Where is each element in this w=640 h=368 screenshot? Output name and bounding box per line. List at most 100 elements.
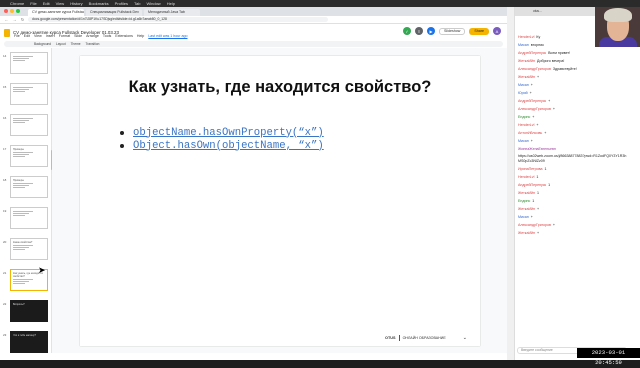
reload-icon[interactable]: ↻: [20, 17, 25, 22]
bullet-item[interactable]: objectName.hasOwnProperty(“x”): [120, 126, 324, 139]
doc-menu-item[interactable]: Extensions: [115, 34, 133, 38]
chat-author[interactable]: Мисан: [518, 215, 529, 220]
chat-author[interactable]: ИринаПетрова: [518, 167, 543, 172]
os-menu-item[interactable]: Profiles: [115, 0, 128, 7]
chat-author[interactable]: ЖеткаИйн: [518, 207, 535, 212]
user-avatar[interactable]: A: [493, 27, 501, 35]
address-bar-row: ← → ↻ docs.google.com/presentation/d/1n7…: [0, 16, 507, 24]
last-edit-link[interactable]: Last edit was 1 hour ago: [148, 34, 187, 38]
slide-thumbnail[interactable]: Вопросы?: [10, 300, 48, 322]
chat-author[interactable]: АндрейПерепуск: [518, 51, 546, 56]
chat-author[interactable]: ЖеткаИйн: [518, 75, 535, 80]
os-menu-item[interactable]: Tab: [134, 0, 140, 7]
thumbnail-text-line: [13, 215, 25, 216]
back-arrow-icon[interactable]: ←: [4, 17, 9, 22]
chat-author[interactable]: Ендинс: [518, 199, 530, 204]
browser-tab[interactable]: CV демо-занятие курса Fullstack: [28, 9, 84, 16]
chat-message: ИринаПетрова 1: [515, 165, 640, 173]
browser-tab-bar: CV демо-занятие курса Fullstack Специализ…: [0, 7, 507, 16]
slide-number: 19: [3, 209, 7, 213]
slide-thumbnail[interactable]: Примеры: [10, 145, 48, 167]
forward-arrow-icon[interactable]: →: [12, 17, 17, 22]
slide-thumbnail[interactable]: [10, 114, 48, 136]
slide-thumbnail[interactable]: [10, 207, 48, 229]
chat-text: Доброго вечера!: [537, 58, 565, 63]
chat-author[interactable]: Мисан: [518, 139, 529, 144]
current-slide[interactable]: Как узнать, где находится свойство? obje…: [80, 56, 480, 346]
toolbar-button[interactable]: Layout: [56, 42, 66, 46]
toolbar-button[interactable]: Background: [34, 42, 51, 46]
browser-tab[interactable]: Специализация Fullstack Dev: [86, 9, 142, 16]
chat-author[interactable]: Мисан: [518, 43, 529, 48]
os-menu-item[interactable]: Window: [146, 0, 160, 7]
os-menu-item[interactable]: Bookmarks: [89, 0, 109, 7]
toolbar-button[interactable]: Theme: [71, 42, 81, 46]
slide-title[interactable]: Как узнать, где находится свойство?: [80, 78, 480, 97]
slide-number: 14: [3, 54, 7, 58]
chat-author[interactable]: HenderLvl: [518, 175, 534, 180]
doc-menu-item[interactable]: Help: [137, 34, 144, 38]
chat-author[interactable]: Мисан: [518, 83, 529, 88]
toolbar-button[interactable]: Transition: [86, 42, 100, 46]
comment-icon[interactable]: ≡: [415, 27, 424, 35]
doc-menu-item[interactable]: Arrange: [86, 34, 99, 38]
chat-tab[interactable]: otus...: [515, 7, 595, 16]
present-status-icon[interactable]: ✓: [403, 27, 412, 35]
chat-author[interactable]: АнтонИйлсовь: [518, 131, 542, 136]
slides-logo-icon[interactable]: [4, 28, 10, 37]
collapse-icon[interactable]: ⌄: [463, 335, 467, 341]
os-menu-item[interactable]: Chrome: [10, 0, 24, 7]
doc-menu-item[interactable]: Edit: [24, 34, 30, 38]
os-menu-item[interactable]: File: [30, 0, 36, 7]
chat-message: Мисан вторник: [515, 41, 640, 49]
slide-thumbnail[interactable]: [10, 83, 48, 105]
chat-message: АлександрГригоров +: [515, 221, 640, 229]
chat-author[interactable]: ЖеткаИйн: [518, 191, 535, 196]
slide-thumbnail[interactable]: Какие свойства?: [10, 238, 48, 260]
chat-message: ЖиннаЖенаЕвгеньевн https://us02web.zoom.u…: [515, 145, 640, 165]
slide-thumbnail[interactable]: Что я тебе напишу?: [10, 331, 48, 353]
share-button[interactable]: Share: [469, 27, 489, 35]
doc-menu-item[interactable]: Slide: [74, 34, 82, 38]
recording-timestamp: 2023-03-01 20:45:59: [577, 348, 640, 366]
chat-author[interactable]: ЖиннаЖенаЕвгеньевн: [518, 147, 556, 152]
slide-thumbnail[interactable]: [10, 52, 48, 74]
url-field[interactable]: docs.google.com/presentation/d/1n7lJ8P1K…: [28, 17, 328, 22]
chat-message: АнтонИйлсовь +: [515, 129, 640, 137]
doc-menu-item[interactable]: File: [14, 34, 20, 38]
browser-tab[interactable]: Мелодичный Java Tab: [144, 9, 200, 16]
slide-thumbnail-caption: Какие свойства?: [13, 241, 33, 244]
slideshow-button[interactable]: Slideshow: [439, 27, 466, 35]
thumbnail-text-line: [13, 279, 33, 280]
slide-number: 15: [3, 85, 7, 89]
doc-menu-item[interactable]: Insert: [46, 34, 55, 38]
chat-message: Мисан +: [515, 213, 640, 221]
chat-author[interactable]: АлександрГригоров: [518, 223, 551, 228]
chat-author[interactable]: АндрейПерепуск: [518, 183, 546, 188]
chat-author[interactable]: HenderLvl: [518, 35, 534, 40]
chat-author[interactable]: Юрий: [518, 91, 528, 96]
chat-message: Юрий +: [515, 89, 640, 97]
chat-author[interactable]: АлександрГригоров: [518, 107, 551, 112]
close-window-button[interactable]: [4, 9, 8, 13]
chat-author[interactable]: ЖеткаИйн: [518, 59, 535, 64]
os-menu-item[interactable]: Help: [167, 0, 175, 7]
chat-text: вторник: [530, 42, 544, 47]
os-menu-item[interactable]: Edit: [43, 0, 50, 7]
slide-thumbnail[interactable]: Примеры: [10, 176, 48, 198]
doc-menu-item[interactable]: View: [34, 34, 42, 38]
chat-author[interactable]: АндрейПерепуск: [518, 99, 546, 104]
maximize-window-button[interactable]: [16, 9, 20, 13]
minimize-window-button[interactable]: [10, 9, 14, 13]
os-menu-item[interactable]: View: [56, 0, 65, 7]
meet-icon[interactable]: ▶: [427, 27, 436, 35]
chat-author[interactable]: АлександрГригоров: [518, 67, 551, 72]
chat-author[interactable]: Ендинс: [518, 115, 530, 120]
bullet-item[interactable]: Object.hasOwn(objectName, “x”): [120, 139, 324, 152]
doc-menu-item[interactable]: Tools: [103, 34, 111, 38]
doc-menu-item[interactable]: Format: [59, 34, 70, 38]
os-menu-item[interactable]: History: [70, 0, 82, 7]
chat-author[interactable]: ЖеткаИйн: [518, 231, 535, 236]
bullet-text: objectName.hasOwnProperty(“x”): [133, 126, 324, 139]
chat-author[interactable]: HenderLvl: [518, 123, 534, 128]
